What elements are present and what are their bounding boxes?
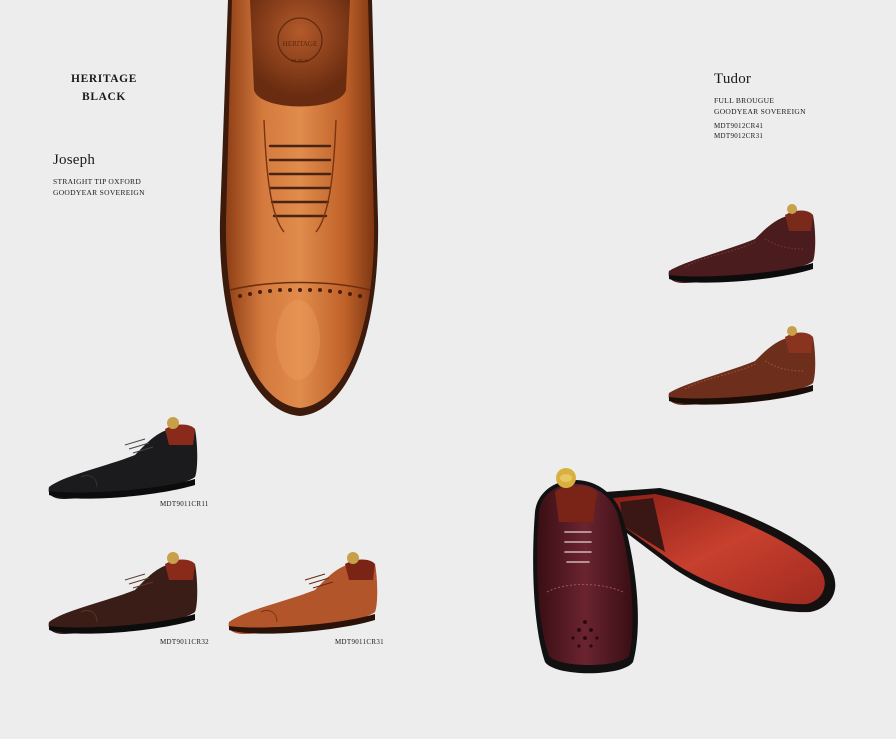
- tudor-codes: MDT9012CR41 MDT9012CR31: [714, 121, 763, 141]
- joseph-shoe-darkbrown: [48, 552, 198, 634]
- tudor-code-2: MDT9012CR31: [714, 132, 764, 140]
- joseph-spec: STRAIGHT TIP OXFORD GOODYEAR SOVEREIGN: [53, 176, 145, 198]
- hero-shoe-image: HERITAGE BLACK: [219, 0, 379, 416]
- brand-line1: HERITAGE: [71, 73, 137, 85]
- joseph-shoe-tan: [228, 552, 378, 634]
- joseph-spec-line1: STRAIGHT TIP OXFORD: [53, 177, 142, 186]
- tudor-pair-image: [533, 468, 836, 674]
- joseph-title: Joseph: [53, 152, 96, 168]
- tudor-shoe-burgundy: [668, 204, 816, 283]
- tudor-spec-line2: GOODYEAR SOVEREIGN: [714, 107, 806, 116]
- tudor-spec: FULL BROUGUE GOODYEAR SOVEREIGN: [714, 95, 806, 117]
- tudor-code-1: MDT9012CR41: [714, 122, 764, 130]
- hero-stamp-line1: HERITAGE: [283, 40, 317, 48]
- tudor-title: Tudor: [714, 71, 752, 87]
- joseph-shoe-black: [48, 417, 198, 499]
- joseph-spec-line2: GOODYEAR SOVEREIGN: [53, 188, 145, 197]
- tudor-shoe-brown: [668, 326, 816, 405]
- brand-line2: BLACK: [82, 91, 126, 103]
- tudor-spec-line1: FULL BROUGUE: [714, 96, 775, 105]
- brand-logo: HERITAGE BLACK: [50, 70, 158, 106]
- hero-stamp-line2: BLACK: [292, 59, 309, 64]
